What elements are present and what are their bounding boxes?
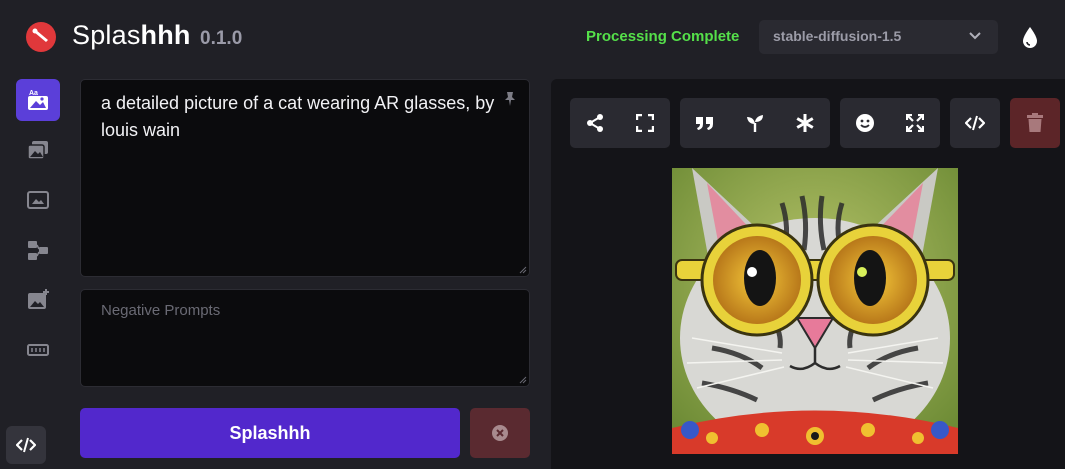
seedling-icon <box>747 115 763 132</box>
nav-upscale[interactable] <box>16 279 60 321</box>
chevron-down-icon <box>969 32 981 40</box>
fullscreen-button[interactable] <box>620 98 670 148</box>
view-code-button[interactable] <box>950 98 1000 148</box>
toolbar-group-enhance <box>840 98 940 148</box>
delete-button[interactable] <box>1010 98 1060 148</box>
toolbar-group-code <box>950 98 1000 148</box>
theme-toggle-button[interactable] <box>1018 24 1042 50</box>
ruler-icon <box>27 344 49 356</box>
pin-icon[interactable] <box>501 90 519 108</box>
text-to-image-icon: Aa <box>28 90 48 110</box>
cat-with-glasses-image <box>672 168 958 454</box>
developer-button[interactable] <box>6 426 46 464</box>
face-restore-icon <box>856 114 874 132</box>
svg-text:Aa: Aa <box>29 90 38 97</box>
share-button[interactable] <box>570 98 620 148</box>
nav-merge-models[interactable] <box>16 329 60 371</box>
nav-controlnet[interactable] <box>16 229 60 271</box>
quote-icon <box>696 117 713 130</box>
nav-text-to-image[interactable]: Aa <box>16 79 60 121</box>
negative-prompt-input[interactable] <box>101 302 501 319</box>
model-select[interactable]: stable-diffusion-1.5 <box>759 20 998 54</box>
cancel-button[interactable] <box>470 408 530 458</box>
app-title: Splashhh <box>72 20 191 50</box>
upscale-expand-icon <box>906 114 924 132</box>
image-frame-icon <box>27 191 49 209</box>
upscale-button[interactable] <box>890 98 940 148</box>
water-drop-icon <box>1023 27 1037 48</box>
toolbar-group-params <box>680 98 830 148</box>
close-circle-icon <box>492 425 508 441</box>
resize-handle-icon[interactable] <box>519 376 527 384</box>
prompt-text: a detailed picture of a cat wearing AR g… <box>101 93 495 140</box>
copy-seed-button[interactable] <box>730 98 780 148</box>
app-logo <box>26 22 56 52</box>
generated-image[interactable] <box>672 168 958 454</box>
fullscreen-icon <box>636 114 654 132</box>
toolbar-group-view <box>570 98 670 148</box>
image-plus-icon <box>28 289 49 309</box>
model-select-value: stable-diffusion-1.5 <box>773 28 902 44</box>
images-icon <box>27 141 48 160</box>
asterisk-icon <box>796 114 814 132</box>
nav-inpainting[interactable] <box>16 179 60 221</box>
share-icon <box>587 114 603 132</box>
status-text: Processing Complete <box>586 28 740 45</box>
face-restore-button[interactable] <box>840 98 890 148</box>
code-icon <box>16 437 36 453</box>
copy-settings-button[interactable] <box>780 98 830 148</box>
negative-prompt-box[interactable] <box>80 289 530 387</box>
app-header: Splashhh 0.1.0 Processing Complete stabl… <box>0 0 1065 76</box>
workflow-icon <box>28 241 48 260</box>
trash-icon <box>1027 113 1043 132</box>
resize-handle-icon[interactable] <box>519 266 527 274</box>
prompt-textarea[interactable]: a detailed picture of a cat wearing AR g… <box>80 79 530 277</box>
copy-prompt-button[interactable] <box>680 98 730 148</box>
code-icon <box>965 115 985 131</box>
app-version: 0.1.0 <box>200 28 243 49</box>
nav-image-to-image[interactable] <box>16 129 60 171</box>
generate-button[interactable]: Splashhh <box>80 408 460 458</box>
